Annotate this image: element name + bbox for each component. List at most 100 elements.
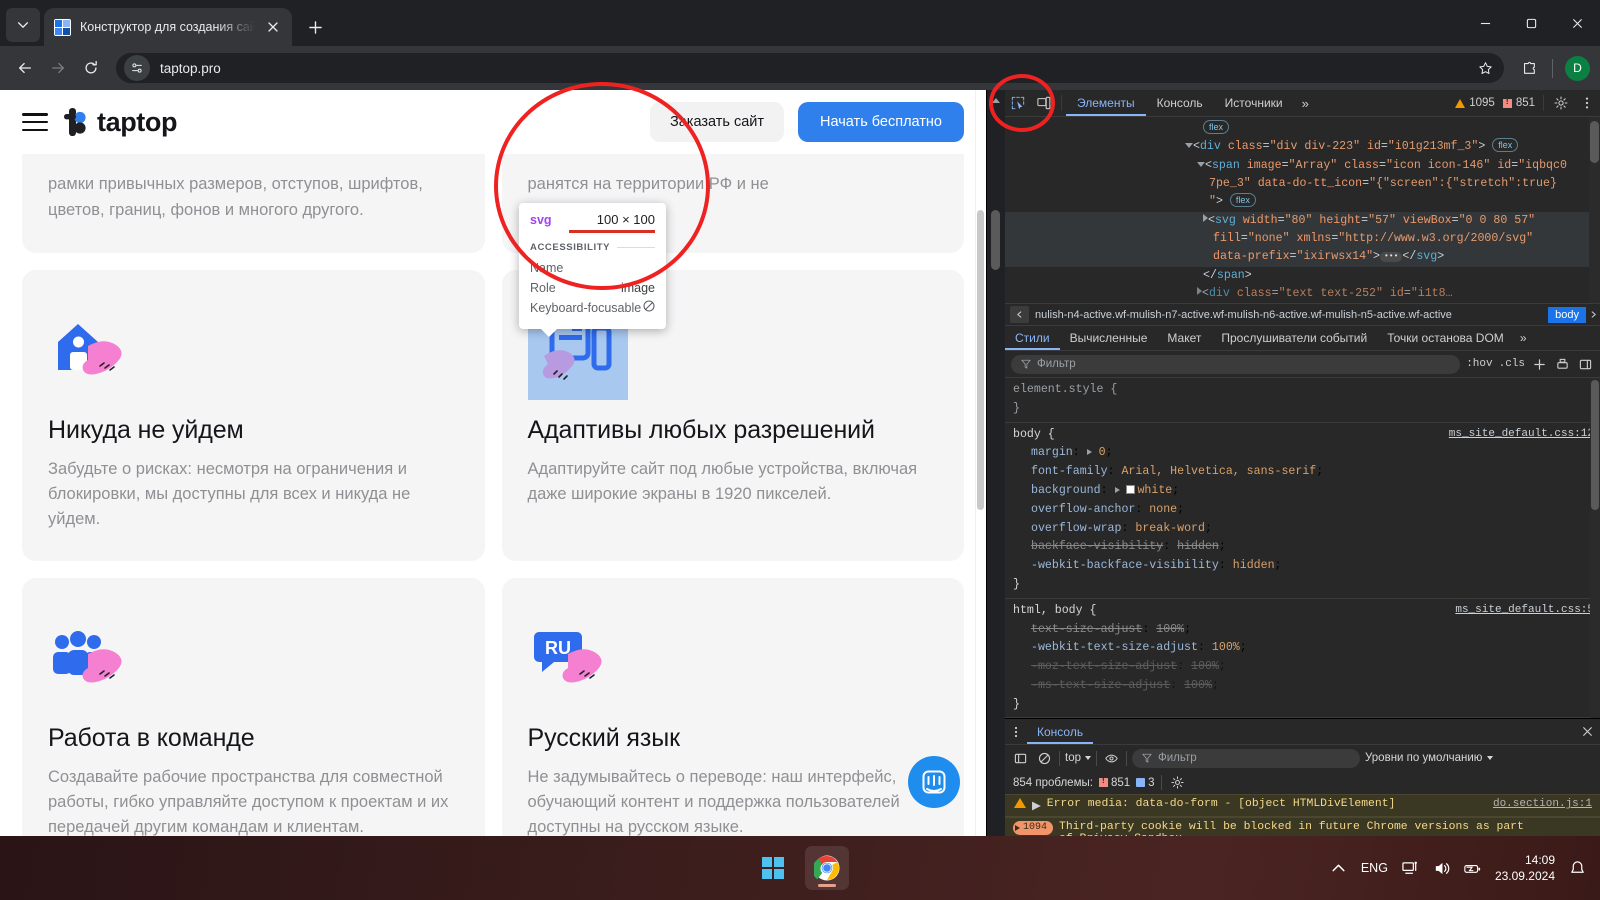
flex-badge[interactable]: flex [1203,120,1230,134]
close-window-button[interactable] [1554,0,1600,46]
rule-source-link[interactable]: ms_site_default.css:12 [1449,426,1594,444]
declaration[interactable]: background: white; [1013,482,1600,501]
expand-message-arrow-icon[interactable]: ▶ [1032,798,1041,813]
menu-burger-icon[interactable] [22,113,48,131]
tray-overflow-button[interactable] [1330,860,1347,877]
problems-info-count[interactable]: 3 [1136,777,1155,789]
start-button[interactable] [751,846,795,890]
breadcrumb-selected-node[interactable]: body [1548,306,1586,323]
hov-toggle-button[interactable]: :hov [1466,358,1492,370]
inspect-element-button[interactable] [1005,90,1031,116]
devtools-menu-button[interactable] [1574,90,1600,116]
live-expression-button[interactable] [1102,749,1121,768]
rules-scrollbar[interactable] [1590,378,1600,719]
dom-scrollbar-thumb[interactable] [1590,121,1599,163]
extensions-button[interactable] [1514,53,1544,83]
tray-network-button[interactable] [1402,860,1419,877]
start-free-button[interactable]: Начать бесплатно [798,102,964,142]
breadcrumb-scroll-right-button[interactable] [1586,311,1600,318]
dom-line[interactable]: flex [1005,120,1600,138]
dom-scrollbar[interactable] [1589,117,1600,304]
expand-triangle-icon[interactable] [1197,161,1205,167]
console-settings-button[interactable] [1168,773,1187,792]
reload-button[interactable] [76,53,106,83]
bookmark-button[interactable] [1472,55,1498,81]
console-context-selector[interactable]: top [1065,752,1091,764]
color-swatch[interactable] [1126,485,1136,495]
tab-event-listeners[interactable]: Прослушиватели событий [1211,326,1377,350]
page-scrollbar-thumb[interactable] [977,210,984,510]
maximize-button[interactable] [1508,0,1554,46]
declaration[interactable]: margin: 0; [1013,444,1600,463]
breadcrumb-scroll-left-button[interactable] [1010,306,1029,324]
drawer-tab-console[interactable]: Консоль [1027,719,1093,744]
tab-sources[interactable]: Источники [1214,90,1294,116]
scroll-up-icon[interactable] [992,98,1000,103]
taskbar-app-chrome[interactable] [805,846,849,890]
tab-close-button[interactable] [264,18,282,36]
flex-badge[interactable]: flex [1229,193,1256,208]
expand-triangle-icon[interactable] [1185,143,1193,149]
tab-styles[interactable]: Стили [1005,326,1060,350]
rail-scroll-thumb[interactable] [991,210,1000,270]
cls-toggle-button[interactable]: .cls [1499,358,1525,370]
declaration[interactable]: overflow-anchor: none; [1013,501,1600,520]
page-scrollbar[interactable] [975,90,986,836]
style-rule-body[interactable]: body { ms_site_default.css:12 margin: 0;… [1005,423,1600,599]
declaration[interactable]: -webkit-backface-visibility: hidden; [1013,557,1600,576]
declaration[interactable]: -webkit-text-size-adjust: 100%; [1013,639,1600,658]
declaration-disabled[interactable]: -ms-text-size-adjust: 100%; [1013,677,1600,696]
problems-error-count[interactable]: 851 [1098,776,1130,789]
profile-avatar[interactable]: D [1565,55,1590,81]
minimize-button[interactable] [1462,0,1508,46]
console-levels-selector[interactable]: Уровни по умолчанию [1365,752,1494,764]
declaration-overridden[interactable]: backface-visibility: hidden; [1013,538,1600,557]
style-rule-html-body[interactable]: html, body { ms_site_default.css:5 text-… [1005,599,1600,719]
tab-console[interactable]: Консоль [1146,90,1214,116]
styles-rules-pane[interactable]: element.style { } body { ms_site_default… [1005,378,1600,719]
declaration-disabled[interactable]: -moz-text-size-adjust: 100%; [1013,658,1600,677]
intercom-launcher-button[interactable] [908,756,960,808]
device-toolbar-button[interactable] [1031,90,1057,116]
dom-line[interactable]: <div class="text text-252" id="i1t8… [1005,285,1600,303]
tray-battery-button[interactable] [1464,860,1481,877]
expand-arrow-icon[interactable] [1114,487,1120,494]
forward-button[interactable] [43,53,73,83]
dom-line[interactable]: "> flex [1005,193,1600,211]
dom-tree[interactable]: flex <div class="div div-223" id="i01g21… [1005,117,1600,304]
tab-layout[interactable]: Макет [1157,326,1211,350]
declaration[interactable]: overflow-wrap: break-word; [1013,520,1600,539]
more-tabs-button[interactable]: » [1294,90,1317,116]
tab-elements[interactable]: Элементы [1066,90,1146,116]
drawer-close-button[interactable] [1574,719,1600,744]
expand-arrow-icon[interactable] [1086,449,1092,456]
styles-filter-input[interactable]: Фильтр [1011,354,1461,374]
site-logo[interactable]: taptop [62,107,177,138]
devtools-left-rail[interactable] [987,90,1005,900]
tray-volume-button[interactable] [1433,860,1450,877]
breadcrumb-path[interactable]: nulish-n4-active.wf-mulish-n7-active.wf-… [1029,309,1548,321]
declaration-overridden[interactable]: text-size-adjust: 100%; [1013,621,1600,640]
warning-count-badge[interactable]: 1095 [1451,90,1499,116]
clear-console-button[interactable] [1035,749,1054,768]
new-tab-button[interactable] [300,12,330,42]
browser-tab[interactable]: Конструктор для создания сай [44,8,292,46]
style-rule-element-style[interactable]: element.style { } [1005,378,1600,423]
declaration[interactable]: font-family: Arial, Helvetica, sans-seri… [1013,463,1600,482]
tab-search-button[interactable] [6,8,40,42]
console-sidebar-button[interactable] [1011,749,1030,768]
dom-line-selected[interactable]: <svg width="80" height="57" viewBox="0 0… [1005,211,1600,230]
toggle-sidebar-button[interactable] [1577,356,1594,373]
new-style-rule-button[interactable] [1531,356,1548,373]
dom-line[interactable]: </span> [1005,267,1600,285]
dom-line-selected[interactable]: fill="none" xmlns="http://www.w3.org/200… [1005,229,1600,249]
element-classes-button[interactable] [1554,356,1571,373]
rule-source-link[interactable]: ms_site_default.css:5 [1455,602,1594,620]
tab-computed[interactable]: Вычисленные [1060,326,1158,350]
console-filter-input[interactable]: Фильтр [1132,748,1360,768]
back-button[interactable] [10,53,40,83]
order-site-button[interactable]: Заказать сайт [649,102,785,142]
error-count-badge[interactable]: 851 [1499,90,1539,116]
devtools-settings-button[interactable] [1548,90,1574,116]
tab-dom-breakpoints[interactable]: Точки останова DOM [1377,326,1514,350]
